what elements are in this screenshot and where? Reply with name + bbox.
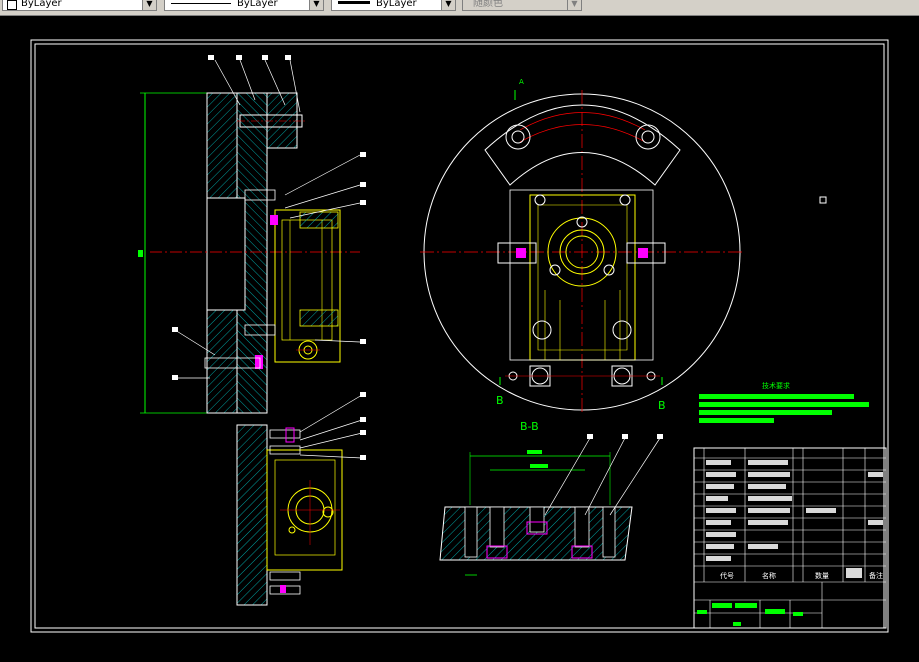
color-combo[interactable]: ByLayer ▼	[2, 0, 157, 11]
color-swatch-icon	[7, 0, 17, 10]
linetype-combo-value: ByLayer	[237, 0, 278, 9]
chevron-down-icon[interactable]: ▼	[309, 0, 323, 10]
chevron-down-icon[interactable]: ▼	[142, 0, 156, 10]
linetype-combo[interactable]: ByLayer ▼	[164, 0, 324, 11]
col-qty: 数量	[815, 571, 829, 580]
left-section-view	[138, 55, 366, 414]
section-label: B-B	[520, 420, 539, 433]
chevron-down-icon[interactable]: ▼	[441, 0, 455, 10]
chevron-down-icon[interactable]: ▼	[567, 0, 581, 10]
label-a: A	[519, 78, 524, 86]
tech-requirements-title: 技术要求	[762, 381, 790, 390]
title-block: 代号 名称 数量 备注	[693, 447, 887, 629]
linetype-preview-icon	[171, 3, 231, 4]
properties-toolbar: ByLayer ▼ ByLayer ▼ ByLayer ▼ 随颜色 ▼	[0, 0, 919, 16]
label-b-right: B	[658, 399, 666, 412]
cad-drawing: B B A B-B 技术要求 代号 名称 数量 备注	[30, 39, 889, 633]
section-bb-view: B-B	[439, 420, 663, 576]
plotstyle-combo-value: 随颜色	[473, 0, 503, 9]
col-code: 代号	[720, 571, 734, 580]
tech-requirements: 技术要求	[699, 381, 869, 423]
col-name: 名称	[762, 571, 776, 580]
col-remark: 备注	[869, 571, 883, 580]
drawing-canvas[interactable]: B B A B-B 技术要求 代号 名称 数量 备注	[0, 16, 919, 662]
label-b-left: B	[496, 394, 504, 407]
lineweight-combo[interactable]: ByLayer ▼	[331, 0, 456, 11]
plotstyle-combo[interactable]: 随颜色 ▼	[462, 0, 582, 11]
lineweight-preview-icon	[338, 1, 370, 4]
lineweight-combo-value: ByLayer	[376, 0, 417, 9]
color-combo-value: ByLayer	[21, 0, 62, 9]
right-plan-view: B B A	[420, 78, 827, 415]
left-lower-view	[236, 392, 366, 606]
